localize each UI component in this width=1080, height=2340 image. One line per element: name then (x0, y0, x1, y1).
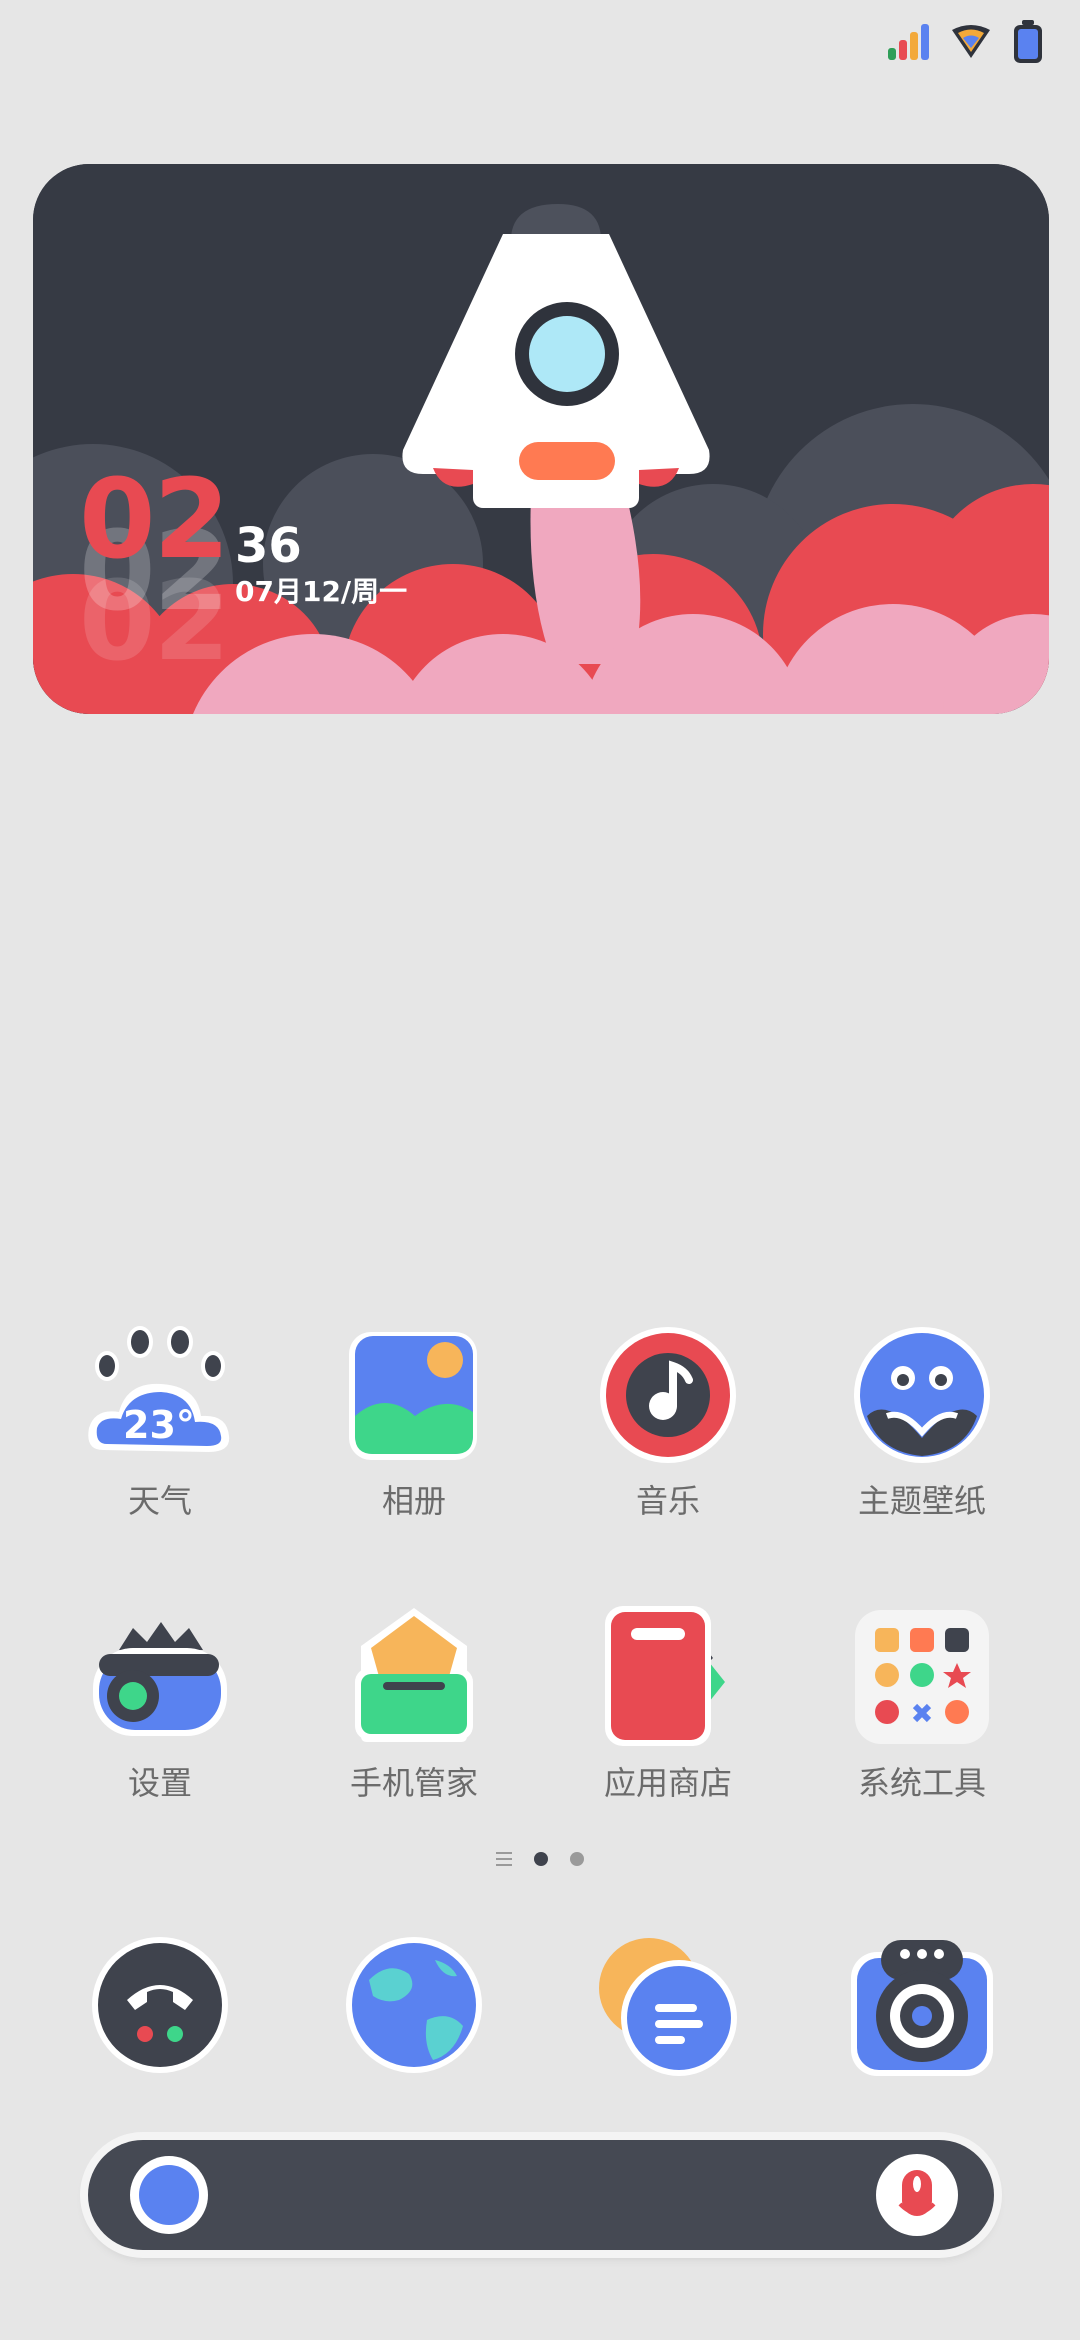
tools-folder-icon (847, 1602, 997, 1752)
voice-search-button[interactable] (876, 2154, 958, 2236)
dock-messages[interactable] (593, 1930, 743, 2080)
messages-icon (599, 1938, 737, 2076)
wifi-icon (952, 25, 990, 58)
music-icon (593, 1320, 743, 1470)
gallery-icon (339, 1320, 489, 1470)
dock-camera[interactable] (847, 1930, 997, 2080)
app-label: 天气 (127, 1482, 192, 1520)
app-settings[interactable]: 设置 (60, 1602, 260, 1802)
dock-browser[interactable] (339, 1930, 489, 2080)
app-label: 音乐 (635, 1482, 700, 1520)
battery-icon (1014, 20, 1042, 63)
microphone-icon (898, 2170, 936, 2216)
app-phone-manager[interactable]: 手机管家 (314, 1602, 514, 1802)
clock-hour: 02 (79, 455, 230, 583)
app-label: 设置 (127, 1764, 192, 1802)
security-icon (339, 1602, 489, 1752)
clock-date: 07月12/周一 (235, 575, 408, 608)
app-weather[interactable]: 23° 天气 (60, 1320, 260, 1520)
clock-widget[interactable]: 02 02 02 36 07月12/周一 (33, 164, 1049, 714)
app-label: 手机管家 (349, 1764, 478, 1802)
status-bar (886, 14, 1044, 70)
page-dot-active[interactable] (534, 1852, 548, 1866)
page-menu-icon[interactable] (496, 1852, 512, 1866)
app-store[interactable]: 应用商店 (568, 1602, 768, 1802)
weather-icon: 23° (85, 1320, 235, 1470)
search-assistant-icon[interactable] (130, 2156, 208, 2234)
settings-icon (85, 1602, 235, 1752)
app-label: 应用商店 (603, 1764, 732, 1802)
signal-icon (888, 24, 929, 60)
themes-icon (847, 1320, 997, 1470)
app-label: 相册 (381, 1482, 446, 1520)
page-indicator[interactable] (0, 1852, 1080, 1866)
clock-minute: 36 (235, 518, 302, 574)
app-store-icon (593, 1602, 743, 1752)
dock-phone[interactable] (85, 1930, 235, 2080)
search-bar[interactable] (88, 2140, 994, 2250)
app-gallery[interactable]: 相册 (314, 1320, 514, 1520)
browser-icon (346, 1937, 482, 2073)
app-label: 主题壁纸 (857, 1482, 986, 1520)
camera-icon (851, 1940, 993, 2076)
app-themes[interactable]: 主题壁纸 (822, 1320, 1022, 1520)
weather-temperature: 23° (123, 1403, 195, 1447)
page-dot[interactable] (570, 1852, 584, 1866)
app-label: 系统工具 (857, 1764, 986, 1802)
app-music[interactable]: 音乐 (568, 1320, 768, 1520)
folder-system-tools[interactable]: 系统工具 (822, 1602, 1022, 1802)
phone-icon (92, 1937, 228, 2073)
